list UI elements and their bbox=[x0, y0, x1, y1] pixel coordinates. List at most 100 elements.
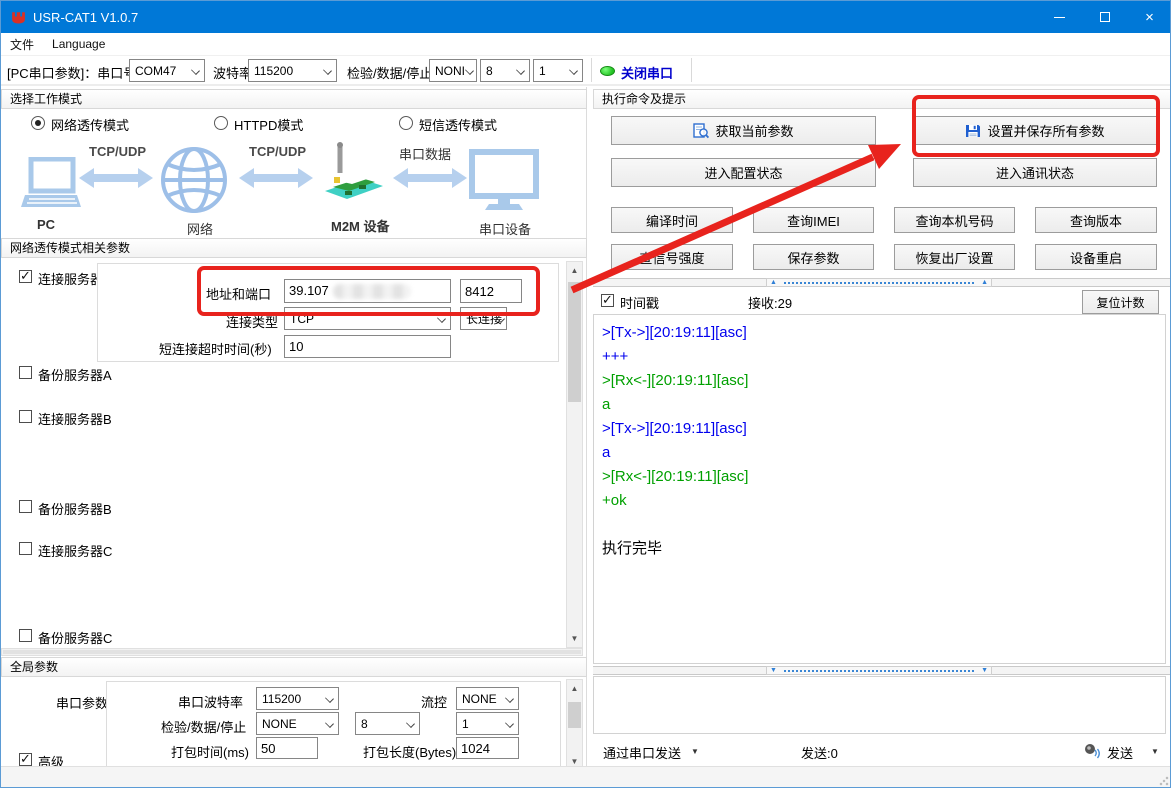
scroll-up-icon[interactable]: ▲ bbox=[567, 263, 582, 278]
query-version-button[interactable]: 查询版本 bbox=[1035, 207, 1157, 233]
pack-len-input[interactable] bbox=[456, 737, 519, 759]
log-line: a bbox=[602, 441, 1157, 465]
menu-bar: 文件 Language bbox=[1, 33, 1171, 56]
g-stopbits-select[interactable]: 1 bbox=[456, 712, 519, 735]
g-baud-select[interactable]: 115200 bbox=[256, 687, 339, 710]
set-save-params-button[interactable]: 设置并保存所有参数 bbox=[913, 116, 1157, 145]
log-line: a bbox=[602, 393, 1157, 417]
compile-time-button[interactable]: 编译时间 bbox=[611, 207, 733, 233]
enter-comm-button[interactable]: 进入通讯状态 bbox=[913, 158, 1157, 187]
radio-net-transparent-label[interactable]: 网络透传模式 bbox=[51, 115, 129, 134]
radio-httpd-mode[interactable] bbox=[214, 116, 228, 130]
doc-magnifier-icon bbox=[693, 123, 709, 139]
send-via-dropdown[interactable]: 通过串口发送 bbox=[603, 743, 681, 762]
scrollbar-thumb[interactable] bbox=[3, 650, 581, 654]
send-button[interactable]: 发送 bbox=[1107, 743, 1133, 762]
close-serial-button[interactable]: 关闭串口 bbox=[621, 63, 673, 82]
menu-language[interactable]: Language bbox=[43, 37, 114, 51]
chevron-down-icon bbox=[437, 314, 446, 323]
diagram-link1-label: TCP/UDP bbox=[89, 144, 146, 159]
server-port-input[interactable] bbox=[460, 279, 522, 303]
triangle-down-icon: ▼ bbox=[978, 667, 991, 674]
device-restart-button[interactable]: 设备重启 bbox=[1035, 244, 1157, 270]
connect-server-b-label: 连接服务器B bbox=[38, 409, 112, 428]
send-input-area[interactable] bbox=[593, 676, 1166, 734]
chevron-down-icon bbox=[569, 66, 578, 75]
g-baud-label: 串口波特率 bbox=[178, 692, 243, 711]
close-button[interactable]: × bbox=[1127, 1, 1171, 33]
checkbox-backup-server-c[interactable] bbox=[19, 629, 32, 642]
g-parity-select[interactable]: NONE bbox=[256, 712, 339, 735]
scrollbar-thumb[interactable] bbox=[568, 702, 581, 728]
baud-select[interactable]: 115200 bbox=[248, 59, 337, 82]
save-params-button[interactable]: 保存参数 bbox=[753, 244, 874, 270]
radio-net-transparent-mode[interactable] bbox=[31, 116, 45, 130]
close-icon: × bbox=[1145, 10, 1154, 25]
splitter-handle[interactable]: ▼ ▼ bbox=[766, 666, 992, 675]
checkbox-connect-server-c[interactable] bbox=[19, 542, 32, 555]
triangle-up-icon: ▲ bbox=[767, 279, 780, 286]
conn-type-select[interactable]: TCP bbox=[284, 307, 451, 330]
query-imei-button[interactable]: 查询IMEI bbox=[753, 207, 874, 233]
triangle-up-icon: ▲ bbox=[978, 279, 991, 286]
g-databits-select[interactable]: 8 bbox=[355, 712, 420, 735]
checkbox-connect-server-a[interactable] bbox=[19, 270, 32, 283]
server-address-input[interactable]: 39.107 bbox=[284, 279, 451, 303]
log-line: >[Tx->][20:19:11][asc] bbox=[602, 321, 1157, 345]
conn-keep-select[interactable]: 长连接 bbox=[460, 307, 507, 330]
window-title: USR-CAT1 V1.0.7 bbox=[33, 10, 138, 25]
com-port-select[interactable]: COM47 bbox=[129, 59, 205, 82]
query-number-button[interactable]: 查询本机号码 bbox=[894, 207, 1015, 233]
radio-sms-mode[interactable] bbox=[399, 116, 413, 130]
checkbox-backup-server-a[interactable] bbox=[19, 366, 32, 379]
stopbits-select[interactable]: 1 bbox=[533, 59, 583, 82]
scrollbar-thumb[interactable] bbox=[568, 282, 581, 402]
scroll-down-icon[interactable]: ▼ bbox=[567, 631, 582, 646]
log-line: +ok bbox=[602, 489, 1157, 513]
resize-grip[interactable] bbox=[1159, 776, 1169, 786]
flow-select[interactable]: NONE bbox=[456, 687, 519, 710]
global-params-vscrollbar[interactable]: ▲ ▼ bbox=[566, 679, 583, 771]
menu-file[interactable]: 文件 bbox=[1, 36, 43, 53]
minimize-button[interactable] bbox=[1037, 1, 1082, 33]
maximize-button[interactable] bbox=[1082, 1, 1127, 33]
short-conn-timeout-input[interactable] bbox=[284, 335, 451, 358]
chevron-down-icon[interactable]: ▼ bbox=[1151, 747, 1159, 756]
checkbox-connect-server-b[interactable] bbox=[19, 410, 32, 423]
serial-toolbar: [PC串口参数]：串口号 COM47 波特率 115200 检验/数据/停止 N… bbox=[1, 56, 1171, 86]
left-panel-hscrollbar[interactable] bbox=[1, 648, 583, 656]
parity-label: 检验/数据/停止 bbox=[347, 63, 432, 82]
left-panel-vscrollbar[interactable]: ▲ ▼ bbox=[566, 261, 583, 648]
splitter-bottom[interactable]: ▼ ▼ bbox=[593, 666, 1171, 675]
chevron-down-icon bbox=[516, 66, 525, 75]
checkbox-advanced[interactable] bbox=[19, 753, 32, 766]
scroll-up-icon[interactable]: ▲ bbox=[567, 681, 582, 696]
checkbox-backup-server-b[interactable] bbox=[19, 500, 32, 513]
pc-laptop-icon bbox=[21, 157, 81, 213]
reset-count-button[interactable]: 复位计数 bbox=[1082, 290, 1159, 314]
log-output[interactable]: >[Tx->][20:19:11][asc]+++>[Rx<-][20:19:1… bbox=[593, 314, 1166, 664]
factory-reset-button[interactable]: 恢复出厂设置 bbox=[894, 244, 1015, 270]
maximize-icon bbox=[1100, 12, 1110, 22]
floppy-disk-icon bbox=[965, 123, 981, 139]
chevron-down-icon bbox=[325, 719, 334, 728]
parity-select[interactable]: NONI bbox=[429, 59, 477, 82]
pack-time-input[interactable] bbox=[256, 737, 318, 759]
pack-time-label: 打包时间(ms) bbox=[171, 742, 249, 761]
splitter-top[interactable]: ▲ ▲ bbox=[593, 278, 1171, 287]
get-params-button[interactable]: 获取当前参数 bbox=[611, 116, 876, 145]
query-signal-button[interactable]: 查信号强度 bbox=[611, 244, 733, 270]
databits-select[interactable]: 8 bbox=[480, 59, 530, 82]
timestamp-label: 时间戳 bbox=[620, 293, 659, 312]
chevron-down-icon[interactable]: ▼ bbox=[691, 747, 699, 756]
enter-config-button[interactable]: 进入配置状态 bbox=[611, 158, 876, 187]
commands-header: 执行命令及提示 bbox=[593, 89, 1171, 109]
globe-network-icon bbox=[159, 145, 229, 215]
splitter-handle[interactable]: ▲ ▲ bbox=[766, 278, 992, 287]
net-params-header: 网络透传模式相关参数 bbox=[1, 238, 587, 258]
title-bar: USR-CAT1 V1.0.7 × bbox=[1, 1, 1171, 33]
radio-httpd-label[interactable]: HTTPD模式 bbox=[234, 115, 303, 134]
checkbox-timestamp[interactable] bbox=[601, 294, 614, 307]
radio-sms-label[interactable]: 短信透传模式 bbox=[419, 115, 497, 134]
diagram-serial-label: 串口设备 bbox=[479, 219, 531, 238]
